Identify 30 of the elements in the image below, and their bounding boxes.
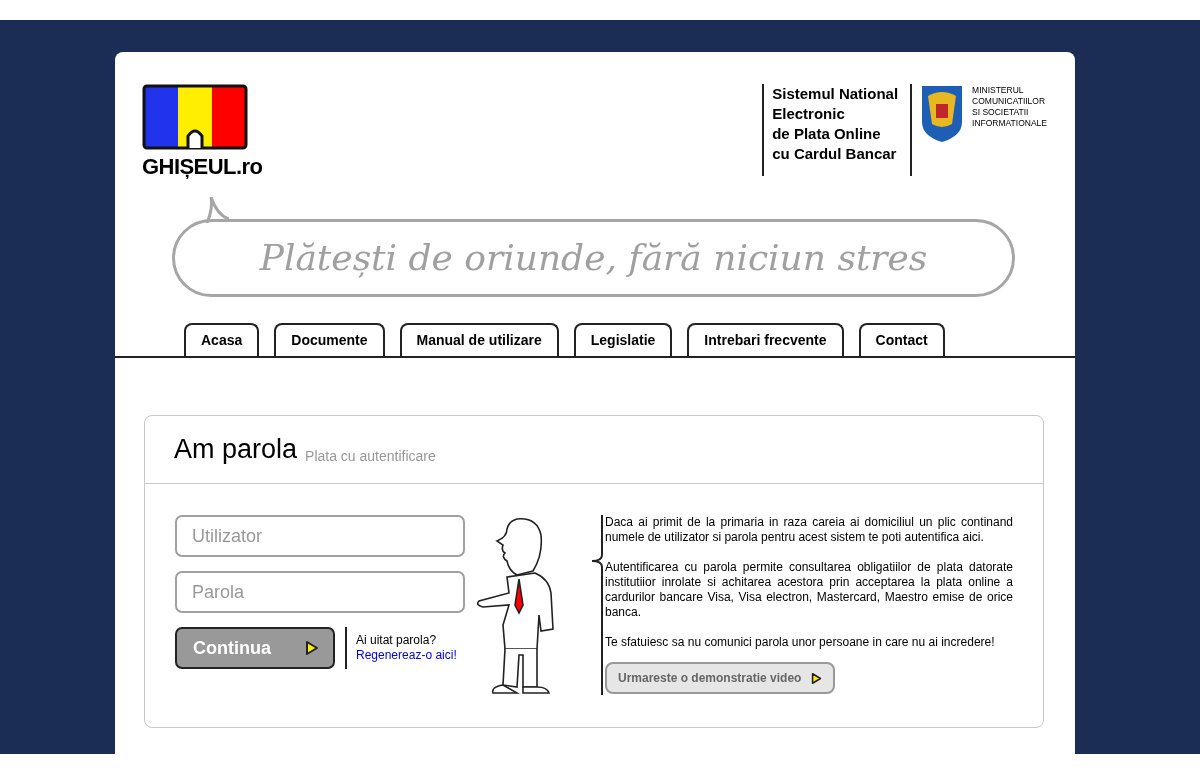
nav-tab[interactable]: Documente xyxy=(274,323,385,356)
ministry-line: COMUNICATIILOR xyxy=(972,96,1047,107)
system-title-line: Electronic xyxy=(772,104,846,124)
nav-tab[interactable]: Contact xyxy=(858,323,945,356)
ministry-line: INFORMATIONALE xyxy=(972,118,1047,129)
ministry-line: SI SOCIETATII xyxy=(972,107,1030,118)
video-demo-button[interactable]: Urmareste o demonstratie video xyxy=(605,662,836,694)
nav-tab[interactable]: Legislatie xyxy=(573,323,673,356)
logo-text: GHIȘEUL.ro xyxy=(142,156,263,178)
panel-title: Am parola xyxy=(174,436,298,463)
nav-tab[interactable]: Intrebari frecvente xyxy=(687,323,844,356)
flag-logo-icon xyxy=(142,84,248,150)
panel-subtitle: Plata cu autentificare xyxy=(305,449,436,463)
play-icon xyxy=(305,640,319,656)
ministry-line: MINISTERUL xyxy=(972,85,1025,96)
slogan-text: Plătești de oriunde, fără niciun stres xyxy=(259,236,928,280)
info-paragraph: Te sfatuiesc sa nu comunici parola unor persoane in care nu ai incredere! xyxy=(605,635,996,650)
password-field[interactable]: Parola xyxy=(175,571,465,613)
username-field[interactable]: Utilizator xyxy=(175,515,465,557)
forgot-password-text: Ai uitat parola? xyxy=(356,633,438,648)
nav-tab[interactable]: Manual de utilizare xyxy=(399,323,559,356)
system-title-line: Sistemul National xyxy=(772,84,899,104)
system-title-line: cu Cardul Bancar xyxy=(772,144,898,164)
coat-of-arms-icon xyxy=(920,84,965,144)
info-paragraph: Daca ai primit de la primaria in raza careia ai domiciliul un plic continand numele de utilizator si parola pentru acest sistem te poti autentifica aici. xyxy=(605,515,1013,545)
info-paragraph: Autentificarea cu parola permite consultarea obligatiilor de plata datorate institutiior inrolate si achitarea acestora prin acceptarea la plata online a cardurilor bancare Visa, Visa electron, Mastercard, Maestro emise de orice banca. xyxy=(605,560,1013,620)
play-icon xyxy=(811,671,823,685)
nav-tab[interactable]: Acasa xyxy=(184,323,260,356)
regenerate-link[interactable]: Regenereaz-o aici! xyxy=(356,648,457,663)
system-title-line: de Plata Online xyxy=(772,124,882,144)
